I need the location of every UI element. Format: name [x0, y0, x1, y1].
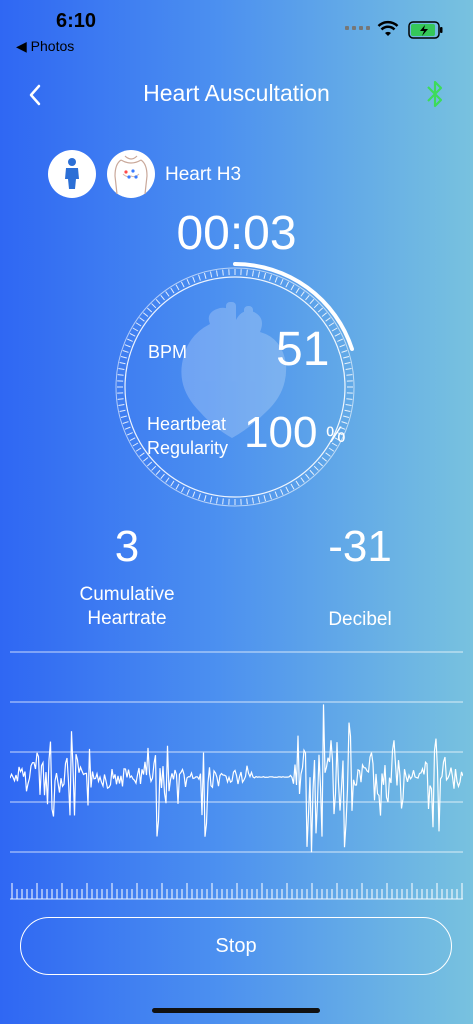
chest-body-icon: [114, 155, 148, 195]
heart-sound-waveform: [10, 651, 463, 900]
bpm-value: 51: [276, 323, 330, 376]
regularity-unit: %: [326, 422, 346, 447]
home-indicator: [152, 1008, 320, 1013]
waveform-trace: [10, 704, 463, 853]
decibel-label: Decibel: [328, 609, 392, 630]
cumulative-heartrate-label: Cumulative Heartrate: [27, 583, 227, 631]
heart-dial: [115, 262, 355, 507]
bluetooth-icon[interactable]: [424, 78, 446, 110]
wifi-icon: [377, 20, 399, 36]
cumulative-label-line-1: Cumulative: [79, 584, 175, 605]
stop-button[interactable]: Stop: [20, 917, 452, 975]
page-title: Heart Auscultation: [143, 80, 330, 106]
person-button[interactable]: [48, 150, 96, 198]
chest-position-button[interactable]: [107, 150, 155, 198]
battery-icon: [408, 21, 443, 39]
regularity-label-line-1: Heartbeat: [147, 414, 227, 434]
cumulative-heartrate-value: 3: [114, 522, 140, 571]
time-ruler: [11, 883, 463, 899]
auscultation-position-label: Heart H3: [165, 164, 242, 185]
decibel-value: -31: [328, 522, 392, 571]
regularity-label-line-2: Regularity: [147, 438, 229, 458]
bpm-label: BPM: [148, 342, 188, 362]
timer: 00:03: [176, 207, 297, 260]
status-time: 6:10: [56, 10, 97, 32]
cumulative-label-line-2: Heartrate: [87, 608, 167, 629]
back-to-photos-link[interactable]: ◀ Photos: [16, 38, 74, 55]
person-icon: [65, 158, 79, 189]
cellular-signal-icon: [345, 26, 370, 30]
heartbeat-regularity-label: Heartbeat Regularity: [147, 412, 228, 460]
regularity-value: 100: [244, 408, 318, 457]
